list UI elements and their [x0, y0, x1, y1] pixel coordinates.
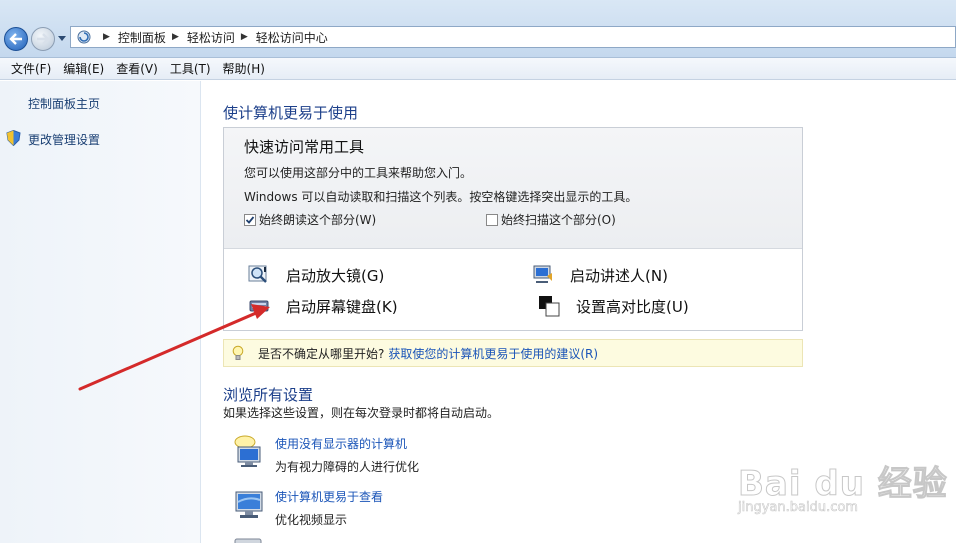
start-magnifier-label: 启动放大镜(G) [286, 266, 385, 285]
always-scan-label: 始终扫描这个部分(O) [501, 213, 616, 227]
menu-view[interactable]: 查看(V) [111, 60, 163, 77]
menu-help[interactable]: 帮助(H) [218, 60, 270, 77]
menu-file[interactable]: 文件(F) [6, 60, 56, 77]
set-high-contrast-label: 设置高对比度(U) [576, 297, 689, 316]
breadcrumb-separator-icon[interactable]: ▶ [103, 32, 110, 42]
change-admin-settings-link[interactable]: 更改管理设置 [28, 131, 100, 148]
start-magnifier-link[interactable]: 启动放大镜(G) [248, 264, 384, 286]
monitor-icon [235, 491, 263, 518]
tip-question: 是否不确定从哪里开始? [258, 346, 385, 361]
control-panel-home-link[interactable]: 控制面板主页 [28, 95, 100, 112]
lightbulb-icon [232, 345, 244, 360]
page-title: 使计算机更易于使用 [223, 104, 359, 122]
watermark-url: jingyan.baidu.com [738, 500, 859, 516]
quick-access-scan-info: Windows 可以自动读取和扫描这个列表。按空格键选择突出显示的工具。 [244, 190, 638, 204]
baidu-jingyan-watermark: Bai du 经验 jingyan.baidu.com [730, 450, 948, 530]
menu-tools[interactable]: 工具(T) [165, 60, 216, 77]
use-computer-without-display-link[interactable]: 使用没有显示器的计算机 [275, 435, 407, 452]
get-recommendations-link[interactable]: 获取使您的计算机更易于使用的建议(R) [388, 345, 598, 362]
start-on-screen-keyboard-link[interactable]: 启动屏幕键盘(K) [248, 295, 398, 317]
address-field[interactable]: ▶ 控制面板 ▶ 轻松访问 ▶ 轻松访问中心 [70, 26, 956, 48]
arrow-left-icon [9, 33, 22, 45]
make-computer-easier-to-see-link[interactable]: 使计算机更易于查看 [275, 488, 383, 505]
use-computer-without-display-desc: 为有视力障碍的人进行优化 [275, 460, 420, 474]
make-computer-easier-to-see-desc: 优化视频显示 [275, 513, 348, 527]
keyboard-icon [249, 300, 269, 312]
recent-pages-dropdown-icon[interactable] [58, 36, 66, 42]
uac-shield-icon [6, 130, 21, 146]
menu-bar: 文件(F) 编辑(E) 查看(V) 工具(T) 帮助(H) [0, 58, 956, 80]
start-narrator-label: 启动讲述人(N) [570, 266, 668, 285]
recommendation-tip-bar: 是否不确定从哪里开始? 获取使您的计算机更易于使用的建议(R) [223, 339, 803, 367]
always-read-checkbox[interactable]: 始终朗读这个部分(W) [244, 211, 376, 228]
start-on-screen-keyboard-label: 启动屏幕键盘(K) [286, 297, 398, 316]
quick-access-panel: 快速访问常用工具 您可以使用这部分中的工具来帮助您入门。 Windows 可以自… [223, 127, 803, 331]
left-task-pane: 控制面板主页 更改管理设置 [0, 81, 201, 543]
quick-access-header: 快速访问常用工具 您可以使用这部分中的工具来帮助您入门。 Windows 可以自… [224, 128, 802, 249]
watermark-main: Bai du 经验 [738, 464, 948, 505]
quick-access-title: 快速访问常用工具 [244, 138, 365, 156]
breadcrumb-ease-of-access[interactable]: 轻松访问 [187, 29, 235, 46]
breadcrumb-control-panel[interactable]: 控制面板 [118, 29, 166, 46]
always-read-label: 始终朗读这个部分(W) [259, 213, 377, 227]
checkbox-unchecked-icon[interactable] [486, 213, 498, 226]
browse-description: 如果选择这些设置，则在每次登录时都将自动启动。 [223, 406, 500, 420]
start-narrator-link[interactable]: 启动讲述人(N) [532, 264, 668, 286]
menu-edit[interactable]: 编辑(E) [58, 60, 109, 77]
set-high-contrast-link[interactable]: 设置高对比度(U) [538, 295, 689, 317]
control-panel-icon [77, 30, 91, 44]
breadcrumb-separator-icon[interactable]: ▶ [172, 32, 179, 42]
breadcrumb-ease-of-access-center[interactable]: 轻松访问中心 [256, 29, 328, 46]
checkbox-checked-icon[interactable] [244, 213, 256, 226]
back-button[interactable] [4, 27, 28, 51]
quick-access-intro: 您可以使用这部分中的工具来帮助您入门。 [244, 166, 473, 180]
browse-all-settings-heading: 浏览所有设置 [223, 386, 314, 404]
keyboard-mouse-icon [234, 538, 262, 543]
arrow-right-icon [37, 33, 50, 45]
forward-button[interactable] [31, 27, 55, 51]
narrator-icon [533, 265, 552, 283]
magnifier-icon [248, 265, 267, 283]
high-contrast-icon [539, 296, 560, 317]
address-toolbar: ▶ 控制面板 ▶ 轻松访问 ▶ 轻松访问中心 [0, 0, 956, 58]
breadcrumb-separator-icon[interactable]: ▶ [241, 32, 248, 42]
monitor-with-speech-icon [234, 435, 261, 467]
always-scan-checkbox[interactable]: 始终扫描这个部分(O) [486, 211, 616, 228]
